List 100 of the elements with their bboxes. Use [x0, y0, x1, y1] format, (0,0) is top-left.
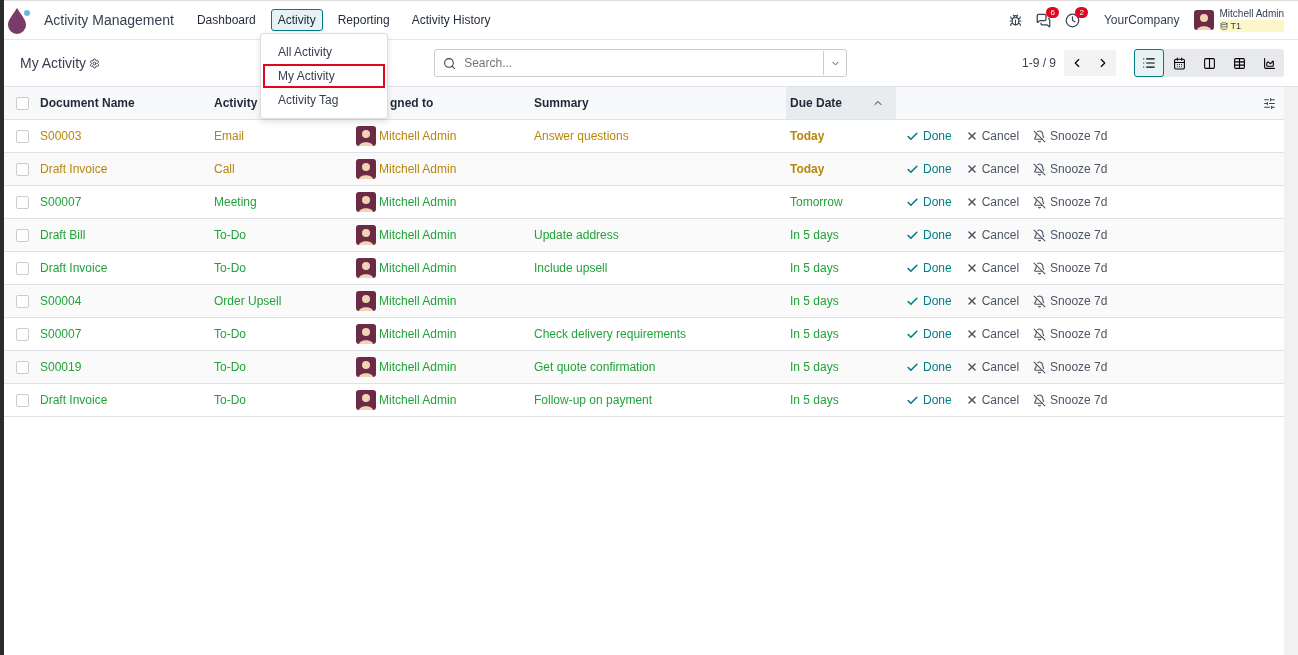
due-date: Tomorrow — [790, 195, 843, 209]
logo-icon — [6, 6, 32, 34]
bell-off-icon — [1033, 228, 1047, 242]
check-icon — [906, 360, 919, 374]
snooze-button[interactable]: Snooze 7d — [1033, 294, 1108, 308]
count-badge: 2 — [1075, 6, 1088, 18]
summary-text: Check delivery requirements — [534, 327, 687, 341]
activity-type: To-Do — [214, 360, 247, 374]
list-view-button[interactable] — [1134, 49, 1164, 77]
database-icon — [1219, 22, 1228, 30]
summary-text: Answer questions — [534, 129, 629, 143]
company-name[interactable]: YourCompany — [1103, 13, 1180, 27]
checkbox[interactable] — [16, 261, 29, 275]
bell-off-icon — [1033, 129, 1047, 143]
bell-off-icon — [1033, 261, 1047, 275]
activity-type: To-Do — [214, 327, 247, 341]
done-button[interactable]: Done — [906, 228, 952, 242]
close-icon — [965, 196, 978, 208]
cancel-button[interactable]: Cancel — [965, 393, 1020, 407]
close-icon — [965, 229, 978, 241]
search-box[interactable]: Search... — [434, 49, 848, 77]
menu-item[interactable]: Reporting — [330, 9, 397, 31]
close-icon — [965, 394, 978, 406]
chat-icon[interactable] — [1035, 12, 1051, 28]
next-button[interactable] — [1090, 50, 1116, 76]
avatar-icon — [356, 258, 376, 278]
snooze-button[interactable]: Snooze 7d — [1033, 261, 1108, 275]
cancel-button[interactable]: Cancel — [965, 261, 1020, 275]
avatar-icon — [1193, 10, 1214, 30]
snooze-button[interactable]: Snooze 7d — [1033, 360, 1108, 374]
database-label: T1 — [1219, 20, 1284, 32]
menu-item[interactable]: Activity — [270, 9, 323, 31]
assignee-name: Mitchell Admin — [379, 294, 457, 308]
snooze-button[interactable]: Snooze 7d — [1033, 162, 1108, 176]
checkbox[interactable] — [16, 129, 29, 143]
check-icon — [906, 129, 919, 143]
done-button[interactable]: Done — [906, 162, 952, 176]
activity-type: To-Do — [214, 393, 247, 407]
page-title: My Activity — [20, 55, 87, 71]
cancel-button[interactable]: Cancel — [965, 129, 1020, 143]
avatar-icon — [356, 291, 376, 311]
column-header[interactable]: Due Date — [786, 87, 896, 119]
snooze-button[interactable]: Snooze 7d — [1033, 393, 1108, 407]
summary-text: Include upsell — [534, 261, 608, 275]
checkbox[interactable] — [16, 360, 29, 374]
close-icon — [965, 328, 978, 340]
activity-type: Order Upsell — [214, 294, 283, 308]
settings-icon[interactable] — [89, 57, 101, 69]
scrollbar[interactable] — [1284, 87, 1298, 655]
checkbox[interactable] — [16, 393, 29, 407]
checkbox[interactable] — [16, 195, 29, 209]
done-button[interactable]: Done — [906, 393, 952, 407]
cancel-button[interactable]: Cancel — [965, 195, 1020, 209]
check-icon — [906, 228, 919, 242]
done-button[interactable]: Done — [906, 129, 952, 143]
clock-icon[interactable] — [1064, 12, 1080, 28]
checkbox[interactable] — [16, 162, 29, 176]
previous-button[interactable] — [1064, 50, 1090, 76]
column-header[interactable]: Document Name — [40, 87, 214, 119]
bell-off-icon — [1033, 360, 1047, 374]
snooze-button[interactable]: Snooze 7d — [1033, 327, 1108, 341]
done-button[interactable]: Done — [906, 195, 952, 209]
check-icon — [906, 393, 919, 407]
check-icon — [906, 195, 919, 209]
cancel-button[interactable]: Cancel — [965, 360, 1020, 374]
column-header[interactable]: Summary — [534, 87, 786, 119]
cancel-button[interactable]: Cancel — [965, 327, 1020, 341]
checkbox[interactable] — [16, 327, 29, 341]
column-settings-icon[interactable] — [1263, 96, 1276, 110]
snooze-button[interactable]: Snooze 7d — [1033, 228, 1108, 242]
summary-text: Update address — [534, 228, 619, 242]
snooze-button[interactable]: Snooze 7d — [1033, 129, 1108, 143]
activity-type: To-Do — [214, 261, 247, 275]
cancel-button[interactable]: Cancel — [965, 162, 1020, 176]
cancel-button[interactable]: Cancel — [965, 294, 1020, 308]
assignee-name: Mitchell Admin — [379, 393, 457, 407]
due-date: In 5 days — [790, 261, 839, 275]
menu-item[interactable]: Dashboard — [189, 9, 263, 31]
due-date: Today — [790, 129, 825, 143]
pager-value[interactable]: 1-9 / 9 — [1021, 56, 1056, 70]
snooze-button[interactable]: Snooze 7d — [1033, 195, 1108, 209]
checkbox[interactable] — [16, 96, 29, 110]
assignee-name: Mitchell Admin — [379, 360, 457, 374]
close-icon — [965, 295, 978, 307]
done-button[interactable]: Done — [906, 294, 952, 308]
done-button[interactable]: Done — [906, 261, 952, 275]
user-name[interactable]: Mitchell Admin — [1219, 8, 1284, 20]
check-icon — [906, 327, 919, 341]
bell-off-icon — [1033, 393, 1047, 407]
bug-icon[interactable] — [1008, 13, 1022, 27]
done-button[interactable]: Done — [906, 327, 952, 341]
done-button[interactable]: Done — [906, 360, 952, 374]
search-field[interactable]: Search... — [462, 55, 824, 71]
checkbox[interactable] — [16, 228, 29, 242]
checkbox[interactable] — [16, 294, 29, 308]
bell-off-icon — [1033, 195, 1047, 209]
dropdown-item[interactable]: My Activity — [263, 64, 385, 88]
due-date: Today — [790, 162, 825, 176]
menu-item[interactable]: Activity History — [404, 9, 498, 31]
cancel-button[interactable]: Cancel — [965, 228, 1020, 242]
